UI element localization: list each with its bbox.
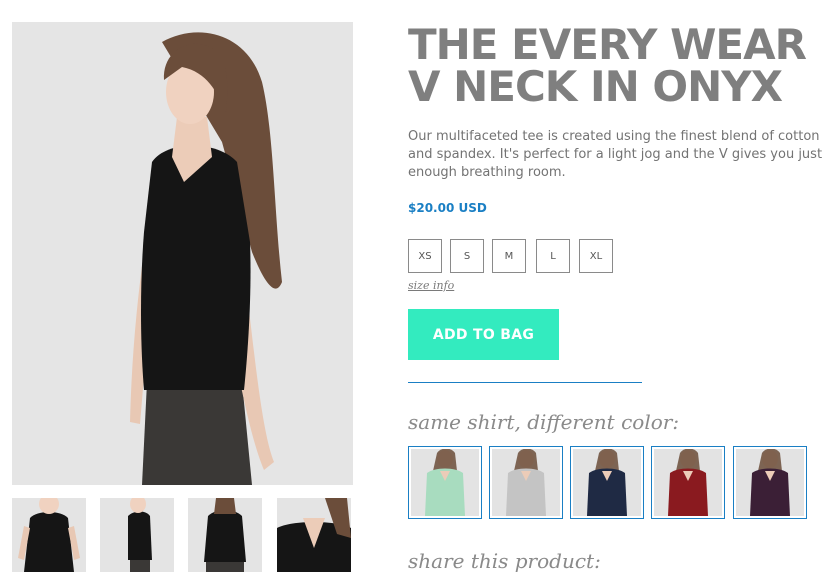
swatch-model-red <box>654 449 722 516</box>
size-option-xs[interactable]: XS <box>408 239 442 273</box>
color-swatch-heather-grey-image <box>492 449 560 516</box>
color-swatch-mint-image <box>411 449 479 516</box>
size-option-s[interactable]: S <box>450 239 484 273</box>
swatch-model-mint <box>411 449 479 516</box>
swatch-model-plum <box>736 449 804 516</box>
thumbnail-side-image <box>100 498 174 572</box>
color-swatch-red-image <box>654 449 722 516</box>
color-swatch-plum[interactable] <box>733 446 807 519</box>
swatch-model-grey <box>492 449 560 516</box>
product-price: $20.00 USD <box>408 201 487 215</box>
color-swatch-heather-grey[interactable] <box>489 446 563 519</box>
product-title: THE EVERY WEAR V NECK IN ONYX <box>408 20 807 111</box>
model-photo-illustration <box>12 22 353 485</box>
thumbnail-closeup-image <box>277 498 351 572</box>
share-heading: share this product: <box>408 549 601 573</box>
product-description: Our multifaceted tee is created using th… <box>408 129 823 180</box>
thumbnail-closeup[interactable] <box>277 498 351 572</box>
thumbnail-side[interactable] <box>100 498 174 572</box>
color-variants-heading: same shirt, different color: <box>408 410 680 434</box>
size-option-xl[interactable]: XL <box>579 239 613 273</box>
thumbnail-front-image <box>12 498 86 572</box>
color-swatch-navy[interactable] <box>570 446 644 519</box>
size-info-link[interactable]: size info <box>408 279 454 292</box>
thumbnail-strip <box>12 498 353 572</box>
section-divider <box>408 382 642 383</box>
color-swatch-plum-image <box>736 449 804 516</box>
color-swatch-red[interactable] <box>651 446 725 519</box>
main-product-photo[interactable] <box>12 22 353 485</box>
color-swatch-navy-image <box>573 449 641 516</box>
thumbnail-back-image <box>188 498 262 572</box>
size-option-l[interactable]: L <box>536 239 570 273</box>
size-option-m[interactable]: M <box>492 239 526 273</box>
add-to-bag-button[interactable]: ADD TO BAG <box>408 309 559 360</box>
color-swatch-mint[interactable] <box>408 446 482 519</box>
swatch-model-navy <box>573 449 641 516</box>
thumbnail-back[interactable] <box>188 498 262 572</box>
thumbnail-front[interactable] <box>12 498 86 572</box>
